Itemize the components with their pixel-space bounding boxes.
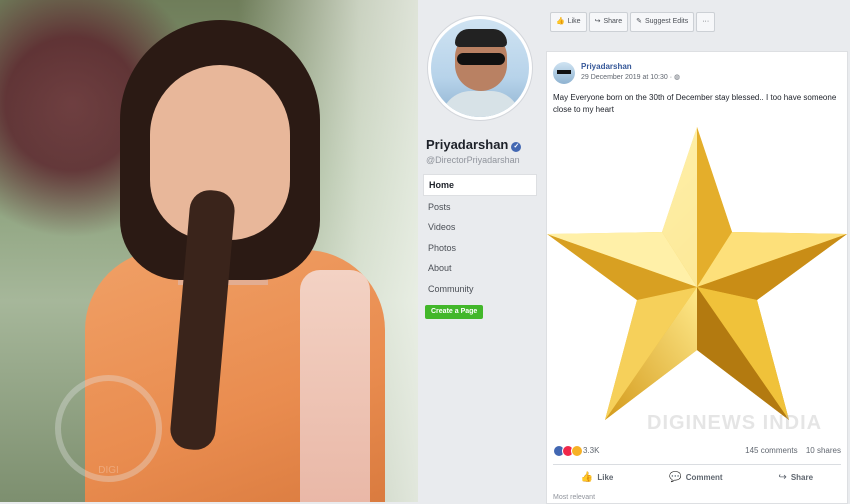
create-page-button[interactable]: Create a Page — [425, 305, 484, 319]
share-icon: ↪ — [778, 471, 787, 483]
suggest-edits-button[interactable]: ✎ Suggest Edits — [630, 12, 695, 32]
page-nav: Home Posts Videos Photos About Community — [423, 174, 537, 299]
post-image[interactable]: DIGINEWS INDIA — [547, 122, 847, 442]
post-comment-button[interactable]: 💬 Comment — [669, 468, 722, 486]
engagement-counts: 145 comments 10 shares — [739, 446, 841, 455]
comment-sort[interactable]: Most relevant — [553, 494, 595, 501]
share-icon: ↪ — [594, 18, 601, 25]
page-handle[interactable]: @DirectorPriyadarshan — [426, 155, 520, 165]
post-like-button[interactable]: 👍 Like — [581, 468, 613, 486]
comment-count[interactable]: 145 comments — [745, 446, 797, 455]
wow-reaction-icon — [571, 445, 583, 457]
post-author-avatar[interactable] — [553, 62, 575, 84]
photo-watermark-logo: DIGI — [55, 375, 162, 482]
nav-item-videos[interactable]: Videos — [423, 217, 537, 237]
post-action-bar: 👍 Like 💬 Comment ↪ Share — [553, 468, 841, 486]
share-page-label: Share — [603, 18, 623, 25]
gold-star-image — [547, 127, 847, 420]
nav-item-community[interactable]: Community — [423, 279, 537, 299]
avatar-shirt — [441, 91, 521, 117]
page-sidebar: Priyadarshan ✓ @DirectorPriyadarshan Home… — [418, 0, 544, 502]
globe-icon: ◍ — [674, 74, 681, 81]
image-watermark: DIGINEWS INDIA — [647, 412, 823, 434]
post-share-button[interactable]: ↪ Share — [778, 468, 813, 486]
post-share-label: Share — [790, 472, 814, 482]
more-options-button[interactable]: ··· — [696, 12, 716, 32]
post-card: Priyadarshan 29 December 2019 at 10:30 ·… — [546, 51, 848, 504]
like-page-label: Like — [567, 18, 581, 25]
page-title[interactable]: Priyadarshan ✓ — [426, 137, 522, 152]
page-name-text: Priyadarshan — [426, 137, 509, 152]
profile-avatar[interactable] — [428, 16, 532, 120]
like-page-button[interactable]: 👍 Like — [550, 12, 587, 32]
nav-item-about[interactable]: About — [423, 258, 537, 278]
photo-watermark-text: DIGI — [98, 465, 119, 476]
avatar-hair — [455, 29, 507, 47]
share-page-button[interactable]: ↪ Share — [588, 12, 629, 32]
page-content: 👍 Like ↪ Share ✎ Suggest Edits ··· Priyadar… — [544, 0, 850, 504]
nav-item-home[interactable]: Home — [423, 174, 537, 196]
reaction-count: 3.3K — [583, 446, 600, 455]
reaction-summary[interactable]: 3.3K 145 comments 10 shares — [553, 445, 841, 459]
post-divider — [553, 464, 841, 465]
post-author-name[interactable]: Priyadarshan — [581, 62, 632, 71]
thumbs-up-icon: 👍 — [580, 471, 594, 483]
comment-icon: 💬 — [669, 471, 682, 483]
avatar-sunglasses — [557, 70, 571, 74]
post-text: May Everyone born on the 30th of Decembe… — [553, 93, 837, 114]
post-comment-label: Comment — [685, 472, 723, 482]
nav-item-photos[interactable]: Photos — [423, 238, 537, 258]
share-count[interactable]: 10 shares — [806, 446, 841, 455]
avatar-image — [431, 19, 529, 117]
pencil-icon: ✎ — [636, 18, 642, 25]
post-timestamp[interactable]: 29 December 2019 at 10:30 · ◍ — [581, 73, 680, 81]
verified-badge-icon: ✓ — [511, 142, 522, 152]
avatar-sunglasses — [457, 53, 505, 65]
facebook-page: Priyadarshan ✓ @DirectorPriyadarshan Home… — [418, 0, 850, 504]
photo-saree-border — [300, 270, 370, 502]
page-action-bar: 👍 Like ↪ Share ✎ Suggest Edits ··· — [550, 12, 716, 32]
nav-item-posts[interactable]: Posts — [423, 197, 537, 217]
reaction-icons — [553, 445, 583, 457]
suggest-edits-label: Suggest Edits — [645, 18, 689, 25]
portrait-photo: DIGI — [0, 0, 418, 502]
thumbs-up-icon: 👍 — [556, 18, 565, 25]
post-like-label: Like — [597, 472, 614, 482]
post-date-text: 29 December 2019 at 10:30 · — [581, 74, 673, 81]
